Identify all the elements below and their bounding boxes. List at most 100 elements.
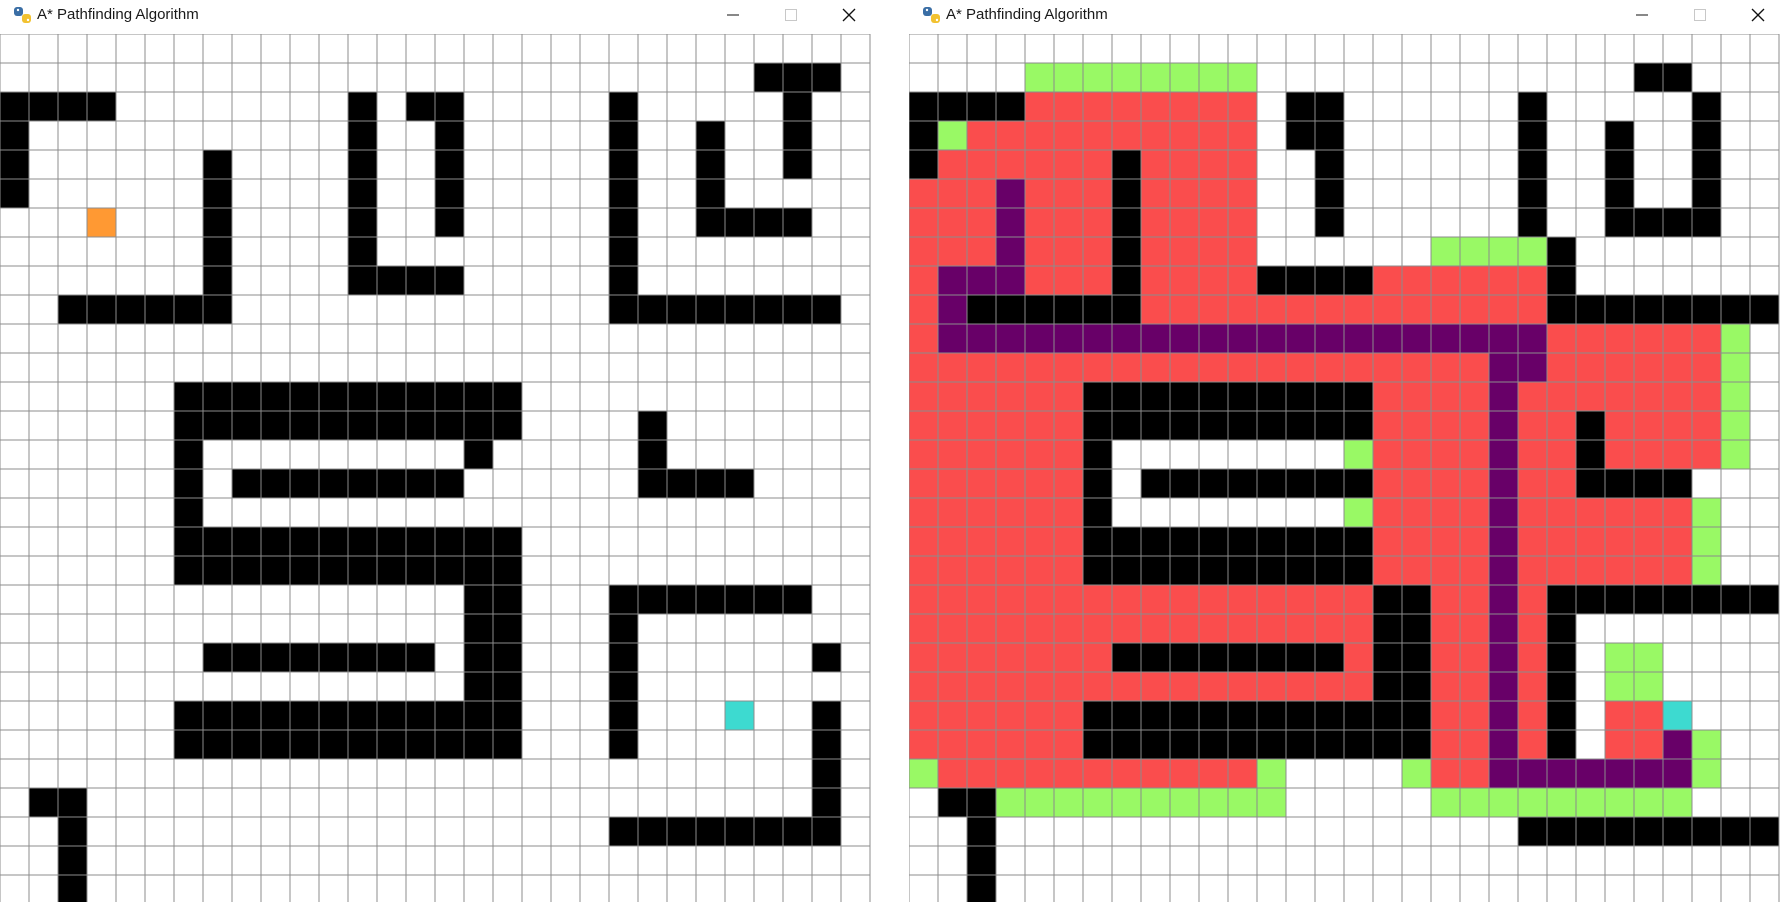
empty-cell[interactable] (695, 62, 726, 93)
closed-set-cell[interactable] (995, 555, 1026, 586)
path-cell[interactable] (1488, 700, 1519, 731)
empty-cell[interactable] (1314, 439, 1345, 470)
empty-cell[interactable] (57, 526, 88, 557)
empty-cell[interactable] (1749, 671, 1780, 702)
barrier-cell[interactable] (1227, 526, 1258, 557)
empty-cell[interactable] (1256, 816, 1287, 847)
barrier-cell[interactable] (753, 584, 784, 615)
empty-cell[interactable] (521, 410, 552, 441)
closed-set-cell[interactable] (1372, 294, 1403, 325)
empty-cell[interactable] (1575, 845, 1606, 876)
empty-cell[interactable] (753, 323, 784, 354)
empty-cell[interactable] (724, 265, 755, 296)
closed-set-cell[interactable] (1372, 410, 1403, 441)
closed-set-cell[interactable] (995, 120, 1026, 151)
empty-cell[interactable] (666, 149, 697, 180)
empty-cell[interactable] (579, 758, 610, 789)
closed-set-cell[interactable] (1372, 468, 1403, 499)
empty-cell[interactable] (173, 265, 204, 296)
empty-cell[interactable] (1720, 642, 1751, 673)
empty-cell[interactable] (28, 120, 59, 151)
empty-cell[interactable] (1343, 236, 1374, 267)
barrier-cell[interactable] (260, 729, 291, 760)
empty-cell[interactable] (579, 236, 610, 267)
empty-cell[interactable] (840, 34, 871, 64)
barrier-cell[interactable] (1546, 265, 1577, 296)
barrier-cell[interactable] (1372, 613, 1403, 644)
empty-cell[interactable] (405, 149, 436, 180)
closed-set-cell[interactable] (1430, 381, 1461, 412)
closed-set-cell[interactable] (1372, 555, 1403, 586)
closed-set-cell[interactable] (1285, 671, 1316, 702)
barrier-cell[interactable] (1343, 700, 1374, 731)
empty-cell[interactable] (608, 758, 639, 789)
empty-cell[interactable] (1749, 323, 1780, 354)
empty-cell[interactable] (840, 555, 871, 586)
path-cell[interactable] (1488, 613, 1519, 644)
closed-set-cell[interactable] (1169, 352, 1200, 383)
empty-cell[interactable] (550, 439, 581, 470)
empty-cell[interactable] (840, 526, 871, 557)
empty-cell[interactable] (0, 468, 30, 499)
barrier-cell[interactable] (1198, 555, 1229, 586)
closed-set-cell[interactable] (1256, 294, 1287, 325)
empty-cell[interactable] (550, 700, 581, 731)
barrier-cell[interactable] (376, 729, 407, 760)
empty-cell[interactable] (173, 207, 204, 238)
barrier-cell[interactable] (1285, 381, 1316, 412)
closed-set-cell[interactable] (1604, 381, 1635, 412)
empty-cell[interactable] (0, 236, 30, 267)
empty-cell[interactable] (492, 236, 523, 267)
empty-cell[interactable] (57, 700, 88, 731)
empty-cell[interactable] (1720, 729, 1751, 760)
closed-set-cell[interactable] (1517, 642, 1548, 673)
empty-cell[interactable] (637, 758, 668, 789)
empty-cell[interactable] (376, 178, 407, 209)
closed-set-cell[interactable] (1053, 207, 1084, 238)
closed-set-cell[interactable] (937, 439, 968, 470)
closed-set-cell[interactable] (966, 555, 997, 586)
empty-cell[interactable] (666, 439, 697, 470)
barrier-cell[interactable] (1227, 381, 1258, 412)
barrier-cell[interactable] (1169, 526, 1200, 557)
barrier-cell[interactable] (1285, 526, 1316, 557)
closed-set-cell[interactable] (1430, 410, 1461, 441)
empty-cell[interactable] (579, 294, 610, 325)
empty-cell[interactable] (1256, 91, 1287, 122)
barrier-cell[interactable] (1546, 729, 1577, 760)
empty-cell[interactable] (666, 845, 697, 876)
barrier-cell[interactable] (1169, 555, 1200, 586)
empty-cell[interactable] (782, 729, 813, 760)
barrier-cell[interactable] (434, 120, 465, 151)
empty-cell[interactable] (492, 207, 523, 238)
closed-set-cell[interactable] (966, 149, 997, 180)
empty-cell[interactable] (492, 439, 523, 470)
closed-set-cell[interactable] (1314, 294, 1345, 325)
empty-cell[interactable] (1662, 845, 1693, 876)
empty-cell[interactable] (260, 178, 291, 209)
barrier-cell[interactable] (0, 178, 30, 209)
empty-cell[interactable] (608, 555, 639, 586)
empty-cell[interactable] (86, 34, 117, 64)
closed-set-cell[interactable] (937, 149, 968, 180)
empty-cell[interactable] (1546, 62, 1577, 93)
closed-set-cell[interactable] (1459, 294, 1490, 325)
empty-cell[interactable] (115, 207, 146, 238)
empty-cell[interactable] (463, 323, 494, 354)
empty-cell[interactable] (579, 845, 610, 876)
barrier-cell[interactable] (1140, 700, 1171, 731)
barrier-cell[interactable] (1720, 294, 1751, 325)
empty-cell[interactable] (811, 468, 842, 499)
empty-cell[interactable] (521, 352, 552, 383)
empty-cell[interactable] (231, 439, 262, 470)
empty-cell[interactable] (1691, 671, 1722, 702)
empty-cell[interactable] (840, 207, 871, 238)
barrier-cell[interactable] (492, 729, 523, 760)
empty-cell[interactable] (1575, 671, 1606, 702)
closed-set-cell[interactable] (1053, 729, 1084, 760)
empty-cell[interactable] (231, 178, 262, 209)
empty-cell[interactable] (1720, 845, 1751, 876)
empty-cell[interactable] (1401, 62, 1432, 93)
empty-cell[interactable] (1198, 497, 1229, 528)
path-cell[interactable] (1401, 323, 1432, 354)
